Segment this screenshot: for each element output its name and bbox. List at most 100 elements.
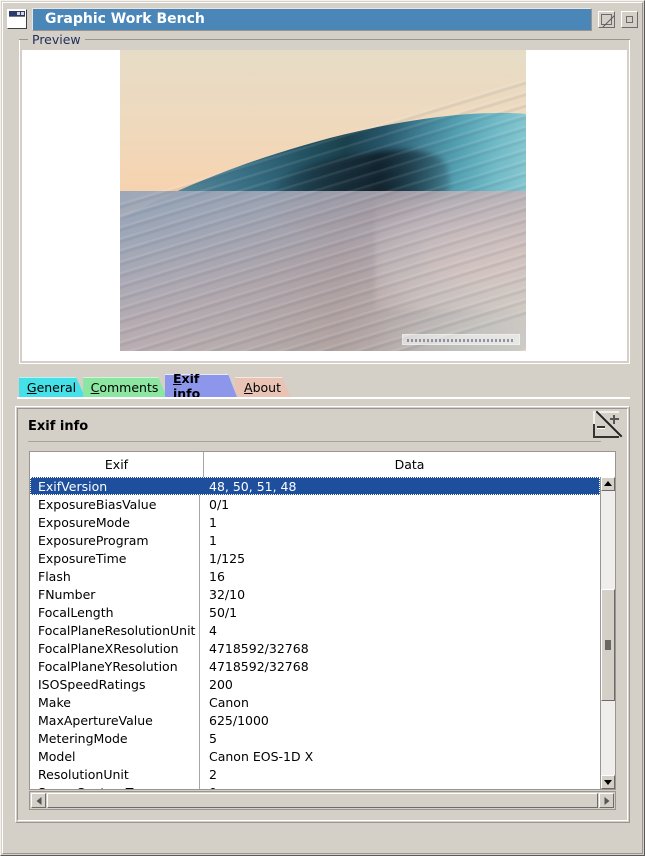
cell-exif-value: 200	[209, 676, 233, 692]
exif-table: Exif Data ExifVersion 48, 50, 51, 48 Expos…	[28, 451, 617, 810]
scroll-right-button[interactable]	[599, 793, 614, 808]
title-bar: Graphic Work Bench	[7, 6, 638, 32]
cell-exif-value: 50/1	[209, 604, 238, 620]
tab-about[interactable]: About	[235, 377, 291, 397]
cell-exif-value: 625/1000	[209, 712, 269, 728]
cell-exif-key: ExifVersion	[38, 478, 108, 494]
preview-image[interactable]	[120, 50, 526, 351]
cell-exif-value: 16	[209, 568, 225, 584]
vertical-scrollbar[interactable]	[600, 477, 615, 789]
tab-label: About	[244, 380, 281, 395]
cell-exif-value: 4718592/32768	[209, 658, 309, 674]
table-row[interactable]: ExposureTime 1/125	[30, 549, 600, 567]
cell-exif-key: MaxApertureValue	[38, 712, 153, 728]
zoom-resize-icon[interactable]	[593, 410, 623, 441]
exif-panel-bevel: Exif info Exif Data ExifVersion 48, 50, 5…	[17, 408, 628, 821]
tab-comments[interactable]: Comments	[83, 377, 167, 397]
image-watermark	[402, 334, 520, 345]
cell-exif-value: 1/125	[209, 550, 246, 566]
table-row[interactable]: FocalPlaneXResolution 4718592/32768	[30, 639, 600, 657]
table-row[interactable]: FNumber 32/10	[30, 585, 600, 603]
scroll-right-arrow-icon	[604, 796, 609, 805]
tab-label: General	[26, 380, 77, 395]
scroll-down-arrow-icon	[604, 780, 612, 785]
scroll-up-button[interactable]	[601, 477, 615, 491]
cell-exif-value: 0	[200, 785, 600, 790]
tab-baseline	[17, 397, 630, 399]
column-header-data[interactable]: Data	[204, 452, 615, 477]
exif-panel-title: Exif info	[28, 419, 89, 434]
cell-exif-key: FocalPlaneYResolution	[38, 658, 178, 674]
cell-exif-value: 5	[209, 730, 217, 746]
cell-exif-value: Canon EOS-1D X	[209, 748, 314, 764]
cell-exif-key: MeteringMode	[38, 730, 128, 746]
cell-exif-value: 2	[209, 766, 217, 782]
table-row[interactable]: Make Canon	[30, 693, 600, 711]
horizontal-scrollbar[interactable]	[29, 791, 616, 810]
table-grid: ExifVersion 48, 50, 51, 48 ExposureBiasVal…	[29, 477, 616, 790]
cell-exif-key: Model	[38, 748, 76, 764]
tab-label: Comments	[90, 380, 159, 395]
table-row[interactable]: MaxApertureValue 625/1000	[30, 711, 600, 729]
cell-exif-key: FocalPlaneXResolution	[38, 640, 179, 656]
cell-exif-key: Make	[38, 694, 71, 710]
window-inner-bevel: Graphic Work Bench Preview General Comme…	[2, 2, 643, 854]
application-window: Graphic Work Bench Preview General Comme…	[0, 0, 645, 856]
table-row[interactable]: Model Canon EOS-1D X	[30, 747, 600, 765]
scroll-left-arrow-icon	[36, 796, 41, 805]
window-icon	[7, 9, 27, 29]
table-row[interactable]: ISOSpeedRatings 200	[30, 675, 600, 693]
cell-exif-key: FocalPlaneResolutionUnit	[38, 622, 196, 638]
table-rows: ExifVersion 48, 50, 51, 48 ExposureBiasVal…	[30, 477, 600, 789]
window-title: Graphic Work Bench	[45, 11, 205, 27]
horizontal-scroll-thumb[interactable]	[47, 793, 598, 808]
exif-panel: Exif info Exif Data ExifVersion 48, 50, 5…	[15, 406, 630, 823]
vertical-scroll-thumb[interactable]	[601, 589, 615, 701]
minimize-button[interactable]	[621, 10, 638, 28]
cell-exif-key: ExposureProgram	[38, 532, 149, 548]
preview-area[interactable]	[22, 50, 627, 361]
cell-exif-value: 48, 50, 51, 48	[209, 478, 297, 494]
restore-button[interactable]	[598, 10, 615, 28]
cell-exif-key: FNumber	[38, 586, 96, 602]
table-row[interactable]: MeteringMode 5	[30, 729, 600, 747]
table-row[interactable]: SceneCaptureType0	[30, 783, 600, 789]
scroll-down-button[interactable]	[601, 775, 615, 789]
window-title-strip[interactable]: Graphic Work Bench	[32, 7, 592, 31]
scroll-left-button[interactable]	[31, 793, 46, 808]
table-row[interactable]: Flash 16	[30, 567, 600, 585]
panel-divider	[28, 441, 601, 442]
cell-exif-value: 32/10	[209, 586, 246, 602]
cell-exif-key: SceneCaptureType	[30, 785, 199, 790]
preview-groupbox: Preview	[19, 32, 630, 364]
cell-exif-key: ExposureTime	[38, 550, 127, 566]
cell-exif-key: Flash	[38, 568, 71, 584]
tab-exif-info[interactable]: Exif info	[165, 374, 237, 397]
cell-exif-value: 0/1	[209, 496, 230, 512]
cell-exif-key: ResolutionUnit	[38, 766, 129, 782]
cell-exif-value: 4718592/32768	[209, 640, 309, 656]
table-row[interactable]: ResolutionUnit 2	[30, 765, 600, 783]
table-row[interactable]: ExposureMode 1	[30, 513, 600, 531]
scroll-thumb-grip-icon	[605, 640, 611, 650]
tab-bar: General Comments Exif info About	[17, 375, 630, 399]
scroll-up-arrow-icon	[604, 481, 612, 486]
tab-general[interactable]: General	[19, 377, 85, 397]
table-row[interactable]: ExposureBiasValue 0/1	[30, 495, 600, 513]
cell-exif-key: ISOSpeedRatings	[38, 676, 146, 692]
cell-exif-key: ExposureBiasValue	[38, 496, 157, 512]
cell-exif-value: 1	[209, 514, 217, 530]
cell-exif-value: 4	[209, 622, 217, 638]
table-header-row: Exif Data	[29, 451, 616, 477]
tab-label: Exif info	[173, 371, 201, 401]
table-row[interactable]: FocalPlaneYResolution 4718592/32768	[30, 657, 600, 675]
table-row[interactable]: ExifVersion 48, 50, 51, 48	[30, 477, 600, 495]
cell-exif-value: Canon	[209, 694, 249, 710]
column-header-exif[interactable]: Exif	[30, 452, 204, 477]
cell-exif-key: ExposureMode	[38, 514, 130, 530]
table-row[interactable]: ExposureProgram 1	[30, 531, 600, 549]
preview-legend: Preview	[28, 32, 85, 47]
table-row[interactable]: FocalPlaneResolutionUnit 4	[30, 621, 600, 639]
table-row[interactable]: FocalLength 50/1	[30, 603, 600, 621]
cell-exif-key: FocalLength	[38, 604, 114, 620]
